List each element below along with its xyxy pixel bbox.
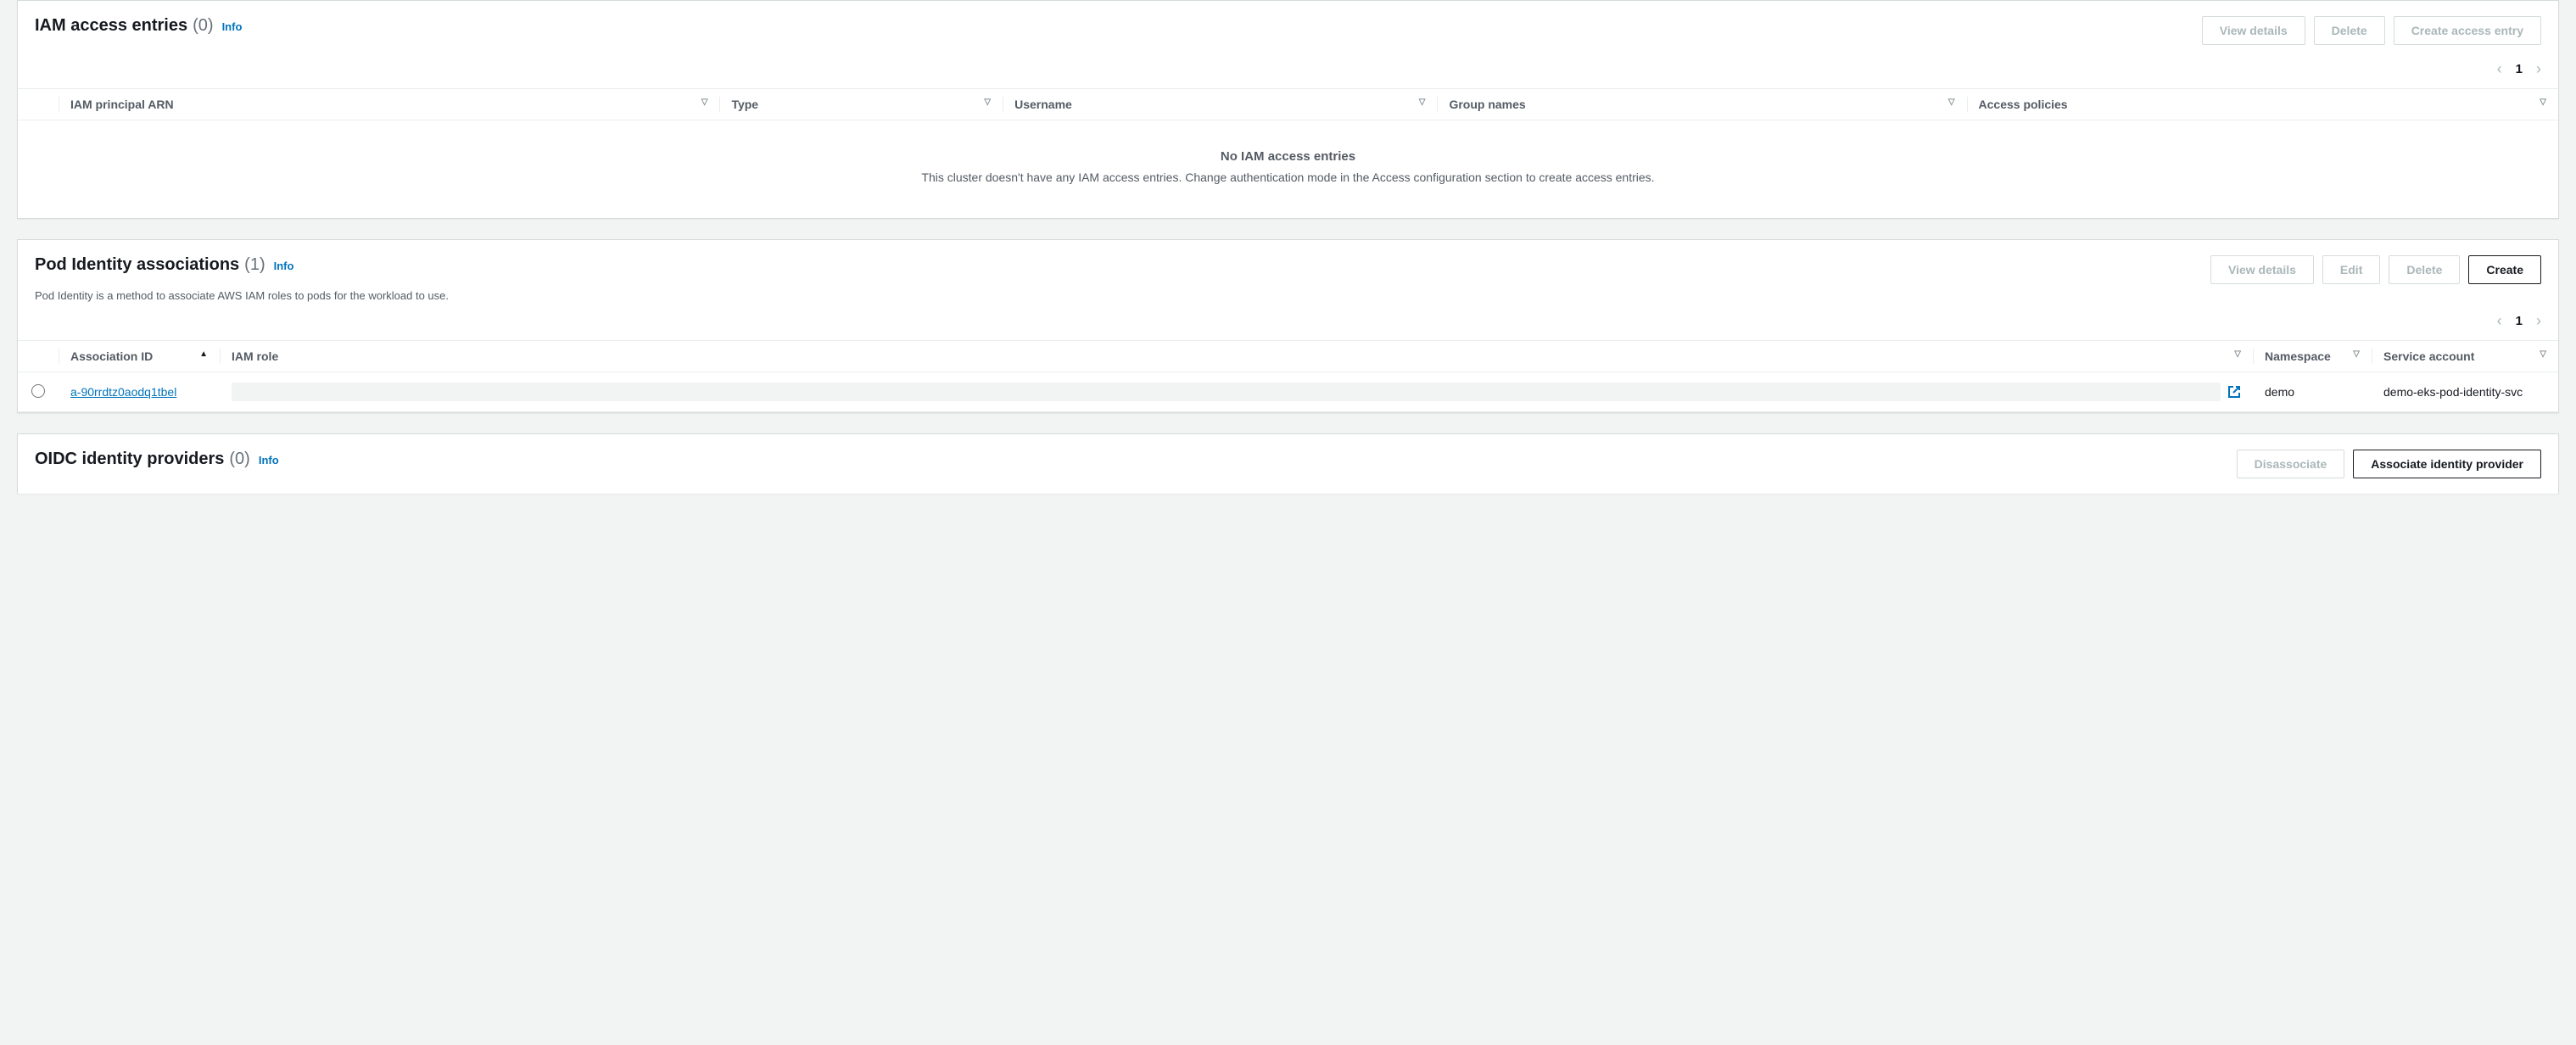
next-page-icon[interactable]: ›: [2536, 312, 2541, 330]
create-button[interactable]: Create: [2468, 255, 2541, 284]
view-details-button[interactable]: View details: [2202, 16, 2305, 45]
column-username[interactable]: Username▽: [1003, 89, 1437, 120]
select-all-column: [18, 89, 59, 120]
sort-icon: ▽: [1948, 98, 1955, 107]
service-account-cell: demo-eks-pod-identity-svc: [2372, 372, 2558, 412]
column-group-names[interactable]: Group names▽: [1437, 89, 1966, 120]
column-service-account[interactable]: Service account▽: [2372, 341, 2558, 372]
disassociate-button[interactable]: Disassociate: [2237, 450, 2345, 478]
oidc-panel-title: OIDC identity providers: [35, 450, 224, 469]
column-association-id[interactable]: Association ID▲: [59, 341, 220, 372]
iam-access-entries-panel: IAM access entries (0) Info View details…: [17, 0, 2559, 219]
page-number: 1: [2516, 62, 2523, 76]
view-details-button[interactable]: View details: [2210, 255, 2314, 284]
edit-button[interactable]: Edit: [2322, 255, 2380, 284]
iam-empty-state: No IAM access entries This cluster doesn…: [18, 120, 2558, 218]
page-number: 1: [2516, 314, 2523, 328]
associate-identity-provider-button[interactable]: Associate identity provider: [2353, 450, 2541, 478]
sort-icon: ▽: [701, 98, 708, 107]
column-iam-role[interactable]: IAM role▽: [220, 341, 2253, 372]
iam-panel-title: IAM access entries: [35, 16, 187, 36]
iam-entries-table: IAM principal ARN▽ Type▽ Username▽ Group…: [18, 88, 2558, 120]
row-select-radio[interactable]: [31, 384, 45, 398]
pod-panel-count: (1): [244, 255, 265, 275]
sort-icon: ▽: [2353, 349, 2360, 359]
iam-info-link[interactable]: Info: [222, 20, 243, 33]
next-page-icon[interactable]: ›: [2536, 60, 2541, 78]
sort-icon: ▽: [2540, 98, 2546, 107]
column-namespace[interactable]: Namespace▽: [2253, 341, 2372, 372]
oidc-info-link[interactable]: Info: [259, 454, 279, 467]
column-type[interactable]: Type▽: [719, 89, 1003, 120]
select-all-column: [18, 341, 59, 372]
external-link-icon[interactable]: [2227, 385, 2241, 399]
sort-icon: ▽: [1419, 98, 1426, 107]
sort-icon: ▽: [984, 98, 991, 107]
pod-identity-panel: Pod Identity associations (1) Info View …: [17, 239, 2559, 413]
pod-panel-description: Pod Identity is a method to associate AW…: [18, 289, 2558, 305]
sort-asc-icon: ▲: [199, 349, 208, 359]
column-iam-arn[interactable]: IAM principal ARN▽: [59, 89, 719, 120]
association-id-link[interactable]: a-90rrdtz0aodq1tbel: [70, 385, 176, 399]
table-row[interactable]: a-90rrdtz0aodq1tbel demo demo-eks-pod-id…: [18, 372, 2558, 412]
pod-panel-title: Pod Identity associations: [35, 255, 239, 275]
prev-page-icon[interactable]: ‹: [2497, 312, 2502, 330]
empty-state-description: This cluster doesn't have any IAM access…: [35, 170, 2541, 184]
oidc-panel-count: (0): [229, 450, 249, 469]
delete-button[interactable]: Delete: [2314, 16, 2385, 45]
pod-info-link[interactable]: Info: [274, 260, 294, 272]
create-access-entry-button[interactable]: Create access entry: [2394, 16, 2541, 45]
iam-role-redacted: [232, 383, 2221, 401]
oidc-panel: OIDC identity providers (0) Info Disasso…: [17, 433, 2559, 494]
sort-icon: ▽: [2234, 349, 2241, 359]
empty-state-title: No IAM access entries: [35, 149, 2541, 164]
delete-button[interactable]: Delete: [2389, 255, 2460, 284]
sort-icon: ▽: [2540, 349, 2546, 359]
namespace-cell: demo: [2253, 372, 2372, 412]
column-access-policies[interactable]: Access policies▽: [1967, 89, 2558, 120]
iam-panel-count: (0): [193, 16, 213, 36]
pod-identity-table: Association ID▲ IAM role▽ Namespace▽ Ser…: [18, 340, 2558, 412]
prev-page-icon[interactable]: ‹: [2497, 60, 2502, 78]
